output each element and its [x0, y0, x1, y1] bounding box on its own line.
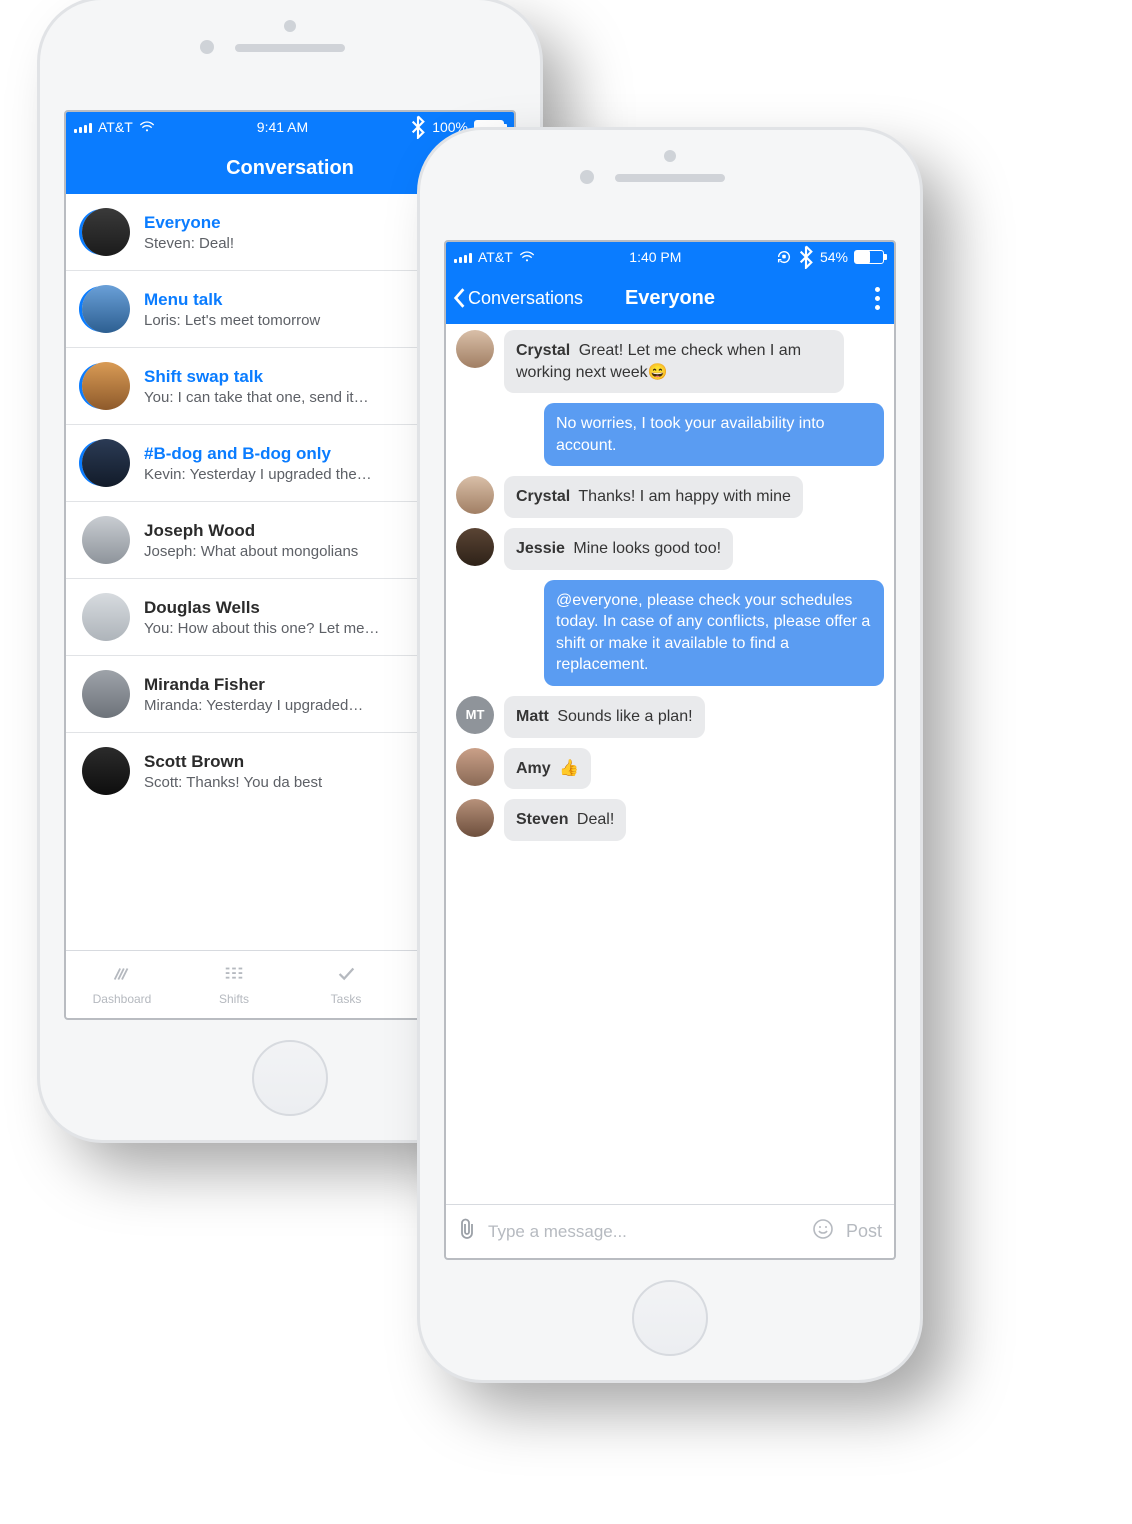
message-text: Sounds like a plan! [557, 708, 692, 725]
tab-icon [222, 963, 246, 988]
message-sender: Steven [516, 811, 568, 828]
tab-tasks[interactable]: Tasks [290, 951, 402, 1018]
message-bubble[interactable]: Amy 👍 [504, 748, 591, 790]
message-sender: Crystal [516, 488, 570, 505]
status-bar: AT&T 9:41 AM 100% [66, 112, 514, 142]
phone-front-camera [580, 170, 594, 184]
status-carrier: AT&T [98, 119, 133, 135]
status-left: AT&T [74, 119, 155, 135]
message-sender: Matt [516, 708, 549, 725]
page-title: Everyone [625, 287, 715, 310]
chat-thread[interactable]: Crystal Great! Let me check when I am wo… [446, 324, 894, 1204]
sent-message: No worries, I took your availability int… [456, 403, 884, 466]
phone-front-camera [200, 40, 214, 54]
battery-icon [854, 250, 884, 264]
tab-dashboard[interactable]: Dashboard [66, 951, 178, 1018]
tab-shifts[interactable]: Shifts [178, 951, 290, 1018]
home-button[interactable] [252, 1040, 328, 1116]
received-message: Crystal Thanks! I am happy with mine [456, 476, 884, 518]
avatar [82, 747, 130, 795]
avatar [456, 528, 494, 566]
avatar [456, 748, 494, 786]
more-button[interactable] [875, 272, 880, 324]
message-text: 👍 [559, 760, 579, 777]
message-text: No worries, I took your availability int… [556, 415, 825, 454]
signal-icon [454, 251, 472, 263]
received-message: MT Matt Sounds like a plan! [456, 696, 884, 738]
tab-icon [334, 963, 358, 988]
bluetooth-icon [410, 120, 426, 134]
message-text: Mine looks good too! [573, 540, 721, 557]
avatar [456, 330, 494, 368]
message-input[interactable] [488, 1222, 800, 1242]
message-text: Deal! [577, 811, 614, 828]
back-button[interactable]: Conversations [452, 272, 583, 324]
message-bubble[interactable]: Jessie Mine looks good too! [504, 528, 733, 570]
more-vertical-icon [875, 287, 880, 310]
orientation-lock-icon [776, 250, 792, 264]
avatar [82, 208, 130, 256]
tab-label: Shifts [219, 992, 249, 1006]
avatar: MT [456, 696, 494, 734]
avatar [456, 799, 494, 837]
phone-speaker-slot [615, 174, 725, 182]
back-label: Conversations [468, 288, 583, 309]
phone-speaker-slot [235, 44, 345, 52]
message-sender: Crystal [516, 342, 570, 359]
message-bubble[interactable]: Crystal Great! Let me check when I am wo… [504, 330, 844, 393]
status-left: AT&T [454, 249, 535, 265]
home-button[interactable] [632, 1280, 708, 1356]
received-message: Steven Deal! [456, 799, 884, 841]
status-battery-pct: 54% [820, 249, 848, 265]
message-bubble[interactable]: Steven Deal! [504, 799, 626, 841]
received-message: Amy 👍 [456, 748, 884, 790]
avatar [82, 362, 130, 410]
message-text: Thanks! I am happy with mine [578, 488, 791, 505]
status-time: 9:41 AM [257, 119, 308, 135]
message-sender: Jessie [516, 540, 565, 557]
tab-label: Tasks [331, 992, 362, 1006]
avatar [82, 670, 130, 718]
attachment-icon[interactable] [458, 1218, 476, 1245]
received-message: Crystal Great! Let me check when I am wo… [456, 330, 884, 393]
nav-bar: Conversations Everyone [446, 272, 894, 324]
tab-icon [110, 963, 134, 988]
message-bubble[interactable]: No worries, I took your availability int… [544, 403, 884, 466]
page-title: Conversation [226, 157, 354, 180]
avatar [456, 476, 494, 514]
wifi-icon [139, 120, 155, 134]
phone-camera-dot [664, 150, 676, 162]
status-right: 54% [776, 249, 884, 265]
message-bubble[interactable]: @everyone, please check your schedules t… [544, 580, 884, 686]
signal-icon [74, 121, 92, 133]
bluetooth-icon [798, 250, 814, 264]
status-bar: AT&T 1:40 PM [446, 242, 894, 272]
emoji-icon[interactable] [812, 1218, 834, 1245]
message-bubble[interactable]: Matt Sounds like a plan! [504, 696, 705, 738]
avatar [82, 516, 130, 564]
received-message: Jessie Mine looks good too! [456, 528, 884, 570]
wifi-icon [519, 250, 535, 264]
message-composer: Post [446, 1204, 894, 1258]
avatar [82, 439, 130, 487]
sent-message: @everyone, please check your schedules t… [456, 580, 884, 686]
message-sender: Amy [516, 760, 551, 777]
screen-chat: AT&T 1:40 PM [444, 240, 896, 1260]
message-bubble[interactable]: Crystal Thanks! I am happy with mine [504, 476, 803, 518]
tab-label: Dashboard [93, 992, 152, 1006]
phone-camera-dot [284, 20, 296, 32]
message-text: @everyone, please check your schedules t… [556, 592, 870, 674]
avatar [82, 285, 130, 333]
status-carrier: AT&T [478, 249, 513, 265]
avatar [82, 593, 130, 641]
phone-right: AT&T 1:40 PM [420, 130, 920, 1380]
status-time: 1:40 PM [629, 249, 681, 265]
post-button[interactable]: Post [846, 1221, 882, 1242]
